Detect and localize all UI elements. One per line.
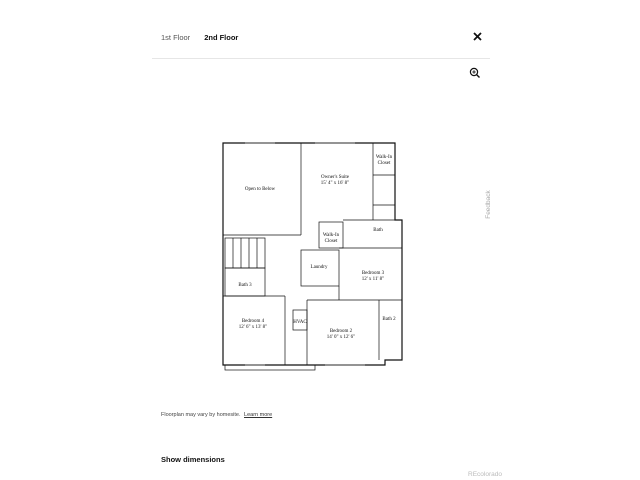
label-owners-suite-dim: 15' 4" x 16' 8" <box>321 181 349 186</box>
label-bedroom2: Bedroom 2 <box>330 329 353 334</box>
label-bath2: Bath 2 <box>382 317 396 322</box>
label-walk-in-closet-1b: Closet <box>378 161 391 166</box>
brand-watermark: REcolorado <box>468 471 502 478</box>
close-icon <box>472 31 482 41</box>
floor-tabs: 1st Floor 2nd Floor <box>161 33 238 42</box>
label-walk-in-closet-2b: Closet <box>325 239 338 244</box>
floorplan-disclaimer: Floorplan may vary by homesite. Learn mo… <box>161 412 272 418</box>
label-bedroom2-dim: 14' 0" x 12' 6" <box>327 335 355 340</box>
header-divider <box>152 58 490 59</box>
learn-more-link[interactable]: Learn more <box>244 412 272 418</box>
tab-1st-floor[interactable]: 1st Floor <box>161 33 190 42</box>
disclaimer-text: Floorplan may vary by homesite. <box>161 412 241 418</box>
label-bedroom4: Bedroom 4 <box>242 319 265 324</box>
label-laundry: Laundry <box>311 265 328 270</box>
label-walk-in-closet-2: Walk-In <box>323 233 340 238</box>
close-button[interactable] <box>470 29 484 43</box>
label-bedroom4-dim: 12' 6" x 13' 8" <box>239 325 267 330</box>
label-bedroom3-dim: 12' x 11' 8" <box>362 277 384 282</box>
label-bedroom3: Bedroom 3 <box>362 271 385 276</box>
label-owners-suite: Owner's Suite <box>321 175 350 180</box>
label-walk-in-closet-1: Walk-In <box>376 155 393 160</box>
label-hvac: HVAC <box>293 320 307 325</box>
tab-2nd-floor[interactable]: 2nd Floor <box>204 33 238 42</box>
show-dimensions-button[interactable]: Show dimensions <box>161 455 225 464</box>
label-bath: Bath <box>373 228 383 233</box>
floorplan-drawing: Open to Below Owner's Suite 15' 4" x 16'… <box>222 142 403 371</box>
label-bath3: Bath 3 <box>238 283 252 288</box>
zoom-in-button[interactable] <box>469 66 481 78</box>
zoom-in-icon <box>469 67 480 78</box>
feedback-tab[interactable]: Feedback <box>485 190 492 219</box>
label-open-to-below: Open to Below <box>245 187 276 192</box>
